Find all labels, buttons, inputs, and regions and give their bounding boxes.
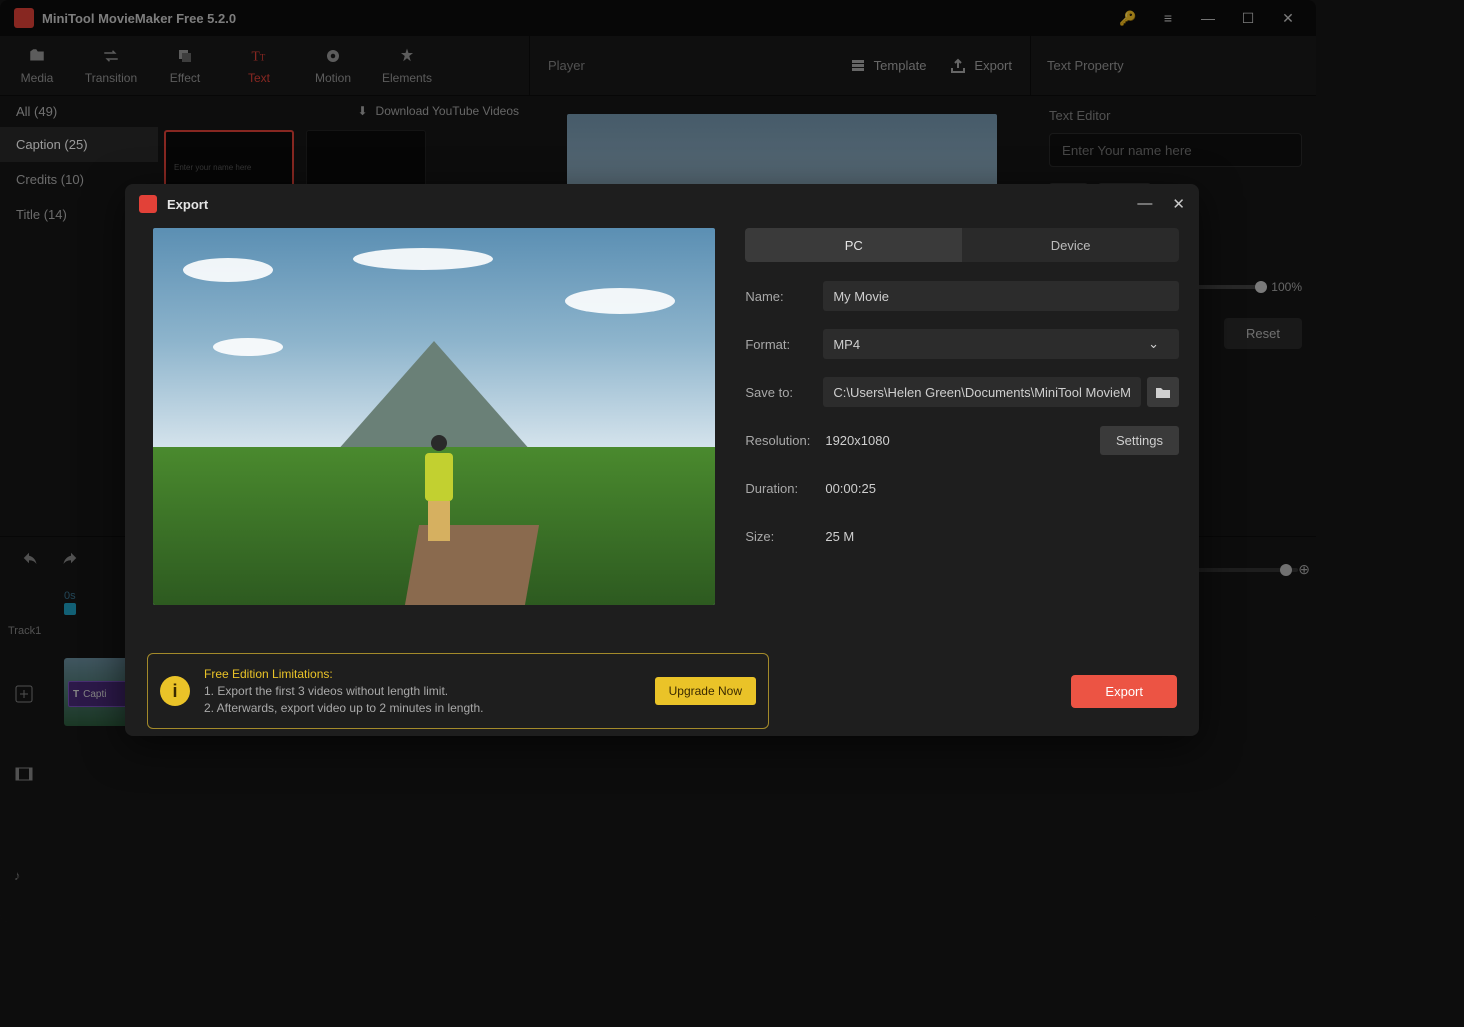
info-icon: i (160, 676, 190, 706)
browse-folder-button[interactable] (1147, 377, 1179, 407)
export-tab-pc[interactable]: PC (745, 228, 962, 262)
dialog-title: Export (167, 197, 208, 212)
dialog-close-button[interactable]: ✕ (1172, 195, 1185, 213)
size-value: 25 M (823, 529, 854, 544)
export-dialog: Export — ✕ PC Device (125, 184, 1199, 736)
duration-value: 00:00:25 (823, 481, 876, 496)
chevron-down-icon: ⌄ (1138, 336, 1169, 352)
export-name-input[interactable]: My Movie (823, 281, 1179, 311)
dialog-logo-icon (139, 195, 157, 213)
export-confirm-button[interactable]: Export (1071, 675, 1177, 708)
export-saveto-input[interactable]: C:\Users\Helen Green\Documents\MiniTool … (823, 377, 1141, 407)
resolution-value: 1920x1080 (823, 433, 889, 448)
limitations-notice: i Free Edition Limitations: 1. Export th… (147, 653, 769, 729)
settings-button[interactable]: Settings (1100, 426, 1179, 455)
export-format-select[interactable]: MP4⌄ (823, 329, 1179, 359)
export-tab-device[interactable]: Device (962, 228, 1179, 262)
export-preview (153, 228, 715, 605)
upgrade-button[interactable]: Upgrade Now (655, 677, 756, 705)
dialog-minimize-button[interactable]: — (1137, 195, 1152, 213)
